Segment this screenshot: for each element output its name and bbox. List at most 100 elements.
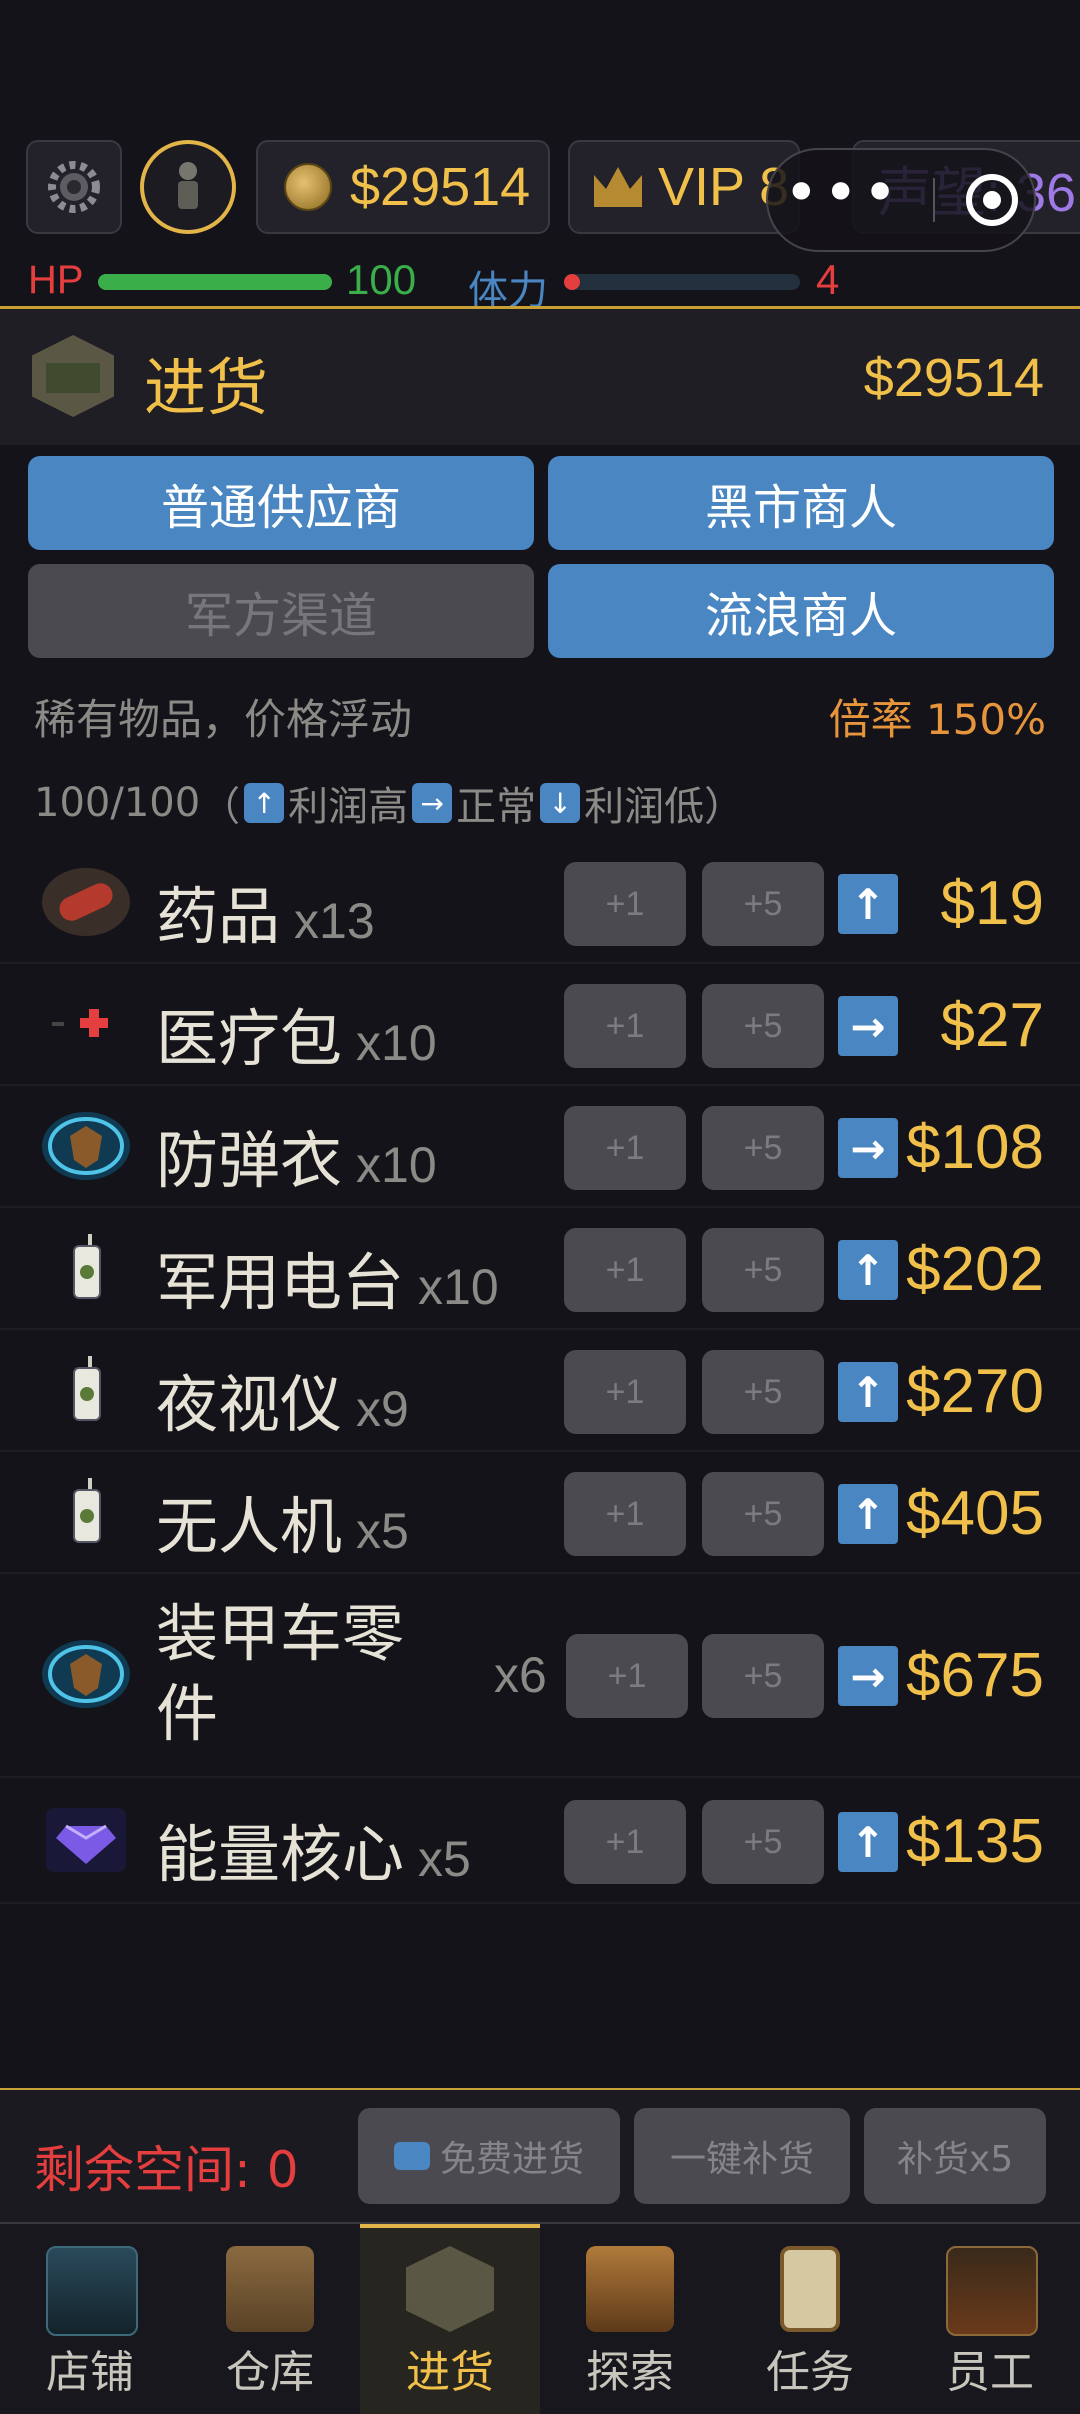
header-money: $29514 — [863, 348, 1044, 408]
pill-icon — [42, 868, 130, 936]
item-qty: x13 — [294, 893, 375, 949]
arrow-up-icon: ↑ — [838, 874, 898, 934]
item-qty: x10 — [418, 1259, 499, 1315]
warehouse-crate-icon — [226, 2246, 314, 2332]
nav-item-warehouse[interactable]: 仓库 — [180, 2224, 360, 2414]
tv-icon — [393, 2142, 430, 2170]
gem-icon — [46, 1808, 126, 1872]
nav-label: 任务 — [766, 2347, 854, 2398]
add-1-button[interactable]: +1 — [564, 1228, 686, 1312]
stamina-bar-fill — [564, 274, 580, 290]
item-qty: x5 — [356, 1503, 409, 1559]
hp-bar — [98, 274, 332, 290]
player-stats: HP 100 体力 4 — [28, 256, 1068, 313]
arrow-right-icon: → — [838, 1118, 898, 1178]
nav-item-shop[interactable]: 店铺 — [0, 2224, 180, 2414]
restock-footer: 剩余空间: 0 免费进货 一键补货 补货x5 — [0, 2090, 1080, 2222]
item-name: 医疗包 x10 — [156, 988, 437, 1078]
capacity-count: 100/100 — [34, 780, 201, 826]
nav-label: 店铺 — [46, 2347, 134, 2398]
list-item: 军用电台 x10 +1 +5 ↑ $202 — [0, 1208, 1080, 1330]
add-1-button[interactable]: +1 — [564, 1106, 686, 1190]
nav-label: 进货 — [406, 2347, 494, 2398]
item-price: $675 — [906, 1641, 1044, 1710]
radio-icon — [73, 1478, 101, 1543]
legend-close: ） — [704, 784, 745, 830]
tab-normal-supplier[interactable]: 普通供应商 — [28, 456, 534, 550]
remaining-space: 剩余空间: 0 — [34, 2141, 299, 2199]
add-5-button[interactable]: +5 — [702, 1472, 824, 1556]
item-name-text: 夜视仪 — [156, 1368, 343, 1441]
nav-label: 员工 — [946, 2347, 1034, 2398]
item-name: 能量核心 x5 — [156, 1804, 471, 1894]
arrow-down-icon: ↓ — [540, 783, 581, 823]
tab-black-market[interactable]: 黑市商人 — [548, 456, 1054, 550]
nav-item-staff[interactable]: 员工 — [900, 2224, 1080, 2414]
restock-header: 进货 $29514 — [0, 309, 1080, 445]
coin-icon — [284, 163, 332, 211]
add-1-button[interactable]: +1 — [564, 1800, 686, 1884]
tab-military-channel[interactable]: 军方渠道 — [28, 564, 534, 658]
team-icon — [946, 2246, 1038, 2336]
add-5-button[interactable]: +5 — [702, 1106, 824, 1190]
stamina-bar — [564, 274, 800, 290]
add-1-button[interactable]: +1 — [564, 1472, 686, 1556]
item-name: 装甲车零 件 — [156, 1594, 404, 1754]
list-item: 能量核心 x5 +1 +5 ↑ $135 — [0, 1778, 1080, 1904]
add-5-button[interactable]: +5 — [702, 1634, 824, 1718]
nav-item-restock[interactable]: 进货 — [360, 2224, 540, 2414]
vip-display[interactable]: VIP 8 — [568, 140, 800, 234]
arrow-up-icon: ↑ — [244, 783, 285, 823]
free-restock-label: 免费进货 — [439, 2139, 584, 2180]
shop-icon — [46, 2246, 138, 2336]
item-price: $270 — [906, 1357, 1044, 1426]
legend-high: 利润高 — [288, 784, 409, 830]
add-1-button[interactable]: +1 — [566, 1634, 688, 1718]
one-click-restock-button[interactable]: 一键补货 — [634, 2108, 850, 2204]
radio-icon — [73, 1234, 101, 1299]
settings-button[interactable] — [26, 140, 122, 234]
arrow-right-icon: → — [412, 783, 453, 823]
medkit-icon — [52, 1009, 108, 1037]
add-5-button[interactable]: +5 — [702, 1350, 824, 1434]
item-price: $405 — [906, 1479, 1044, 1548]
item-name: 无人机 x5 — [156, 1476, 409, 1566]
avatar-button[interactable] — [140, 140, 236, 234]
price-rate: 倍率 150% — [828, 695, 1046, 744]
item-name-line2: 件 — [156, 1677, 219, 1750]
nav-item-tasks[interactable]: 任务 — [720, 2224, 900, 2414]
legend-normal: 正常 — [456, 784, 537, 830]
gear-icon — [48, 161, 100, 213]
add-1-button[interactable]: +1 — [564, 862, 686, 946]
list-item: 药品 x13 +1 +5 ↑ $19 — [0, 842, 1080, 964]
item-name-text: 无人机 — [156, 1490, 343, 1563]
add-1-button[interactable]: +1 — [564, 1350, 686, 1434]
crown-icon — [594, 167, 642, 207]
add-5-button[interactable]: +5 — [702, 1228, 824, 1312]
item-price: $202 — [906, 1235, 1044, 1304]
radio-icon — [73, 1356, 101, 1421]
add-5-button[interactable]: +5 — [702, 862, 824, 946]
map-icon — [586, 2246, 674, 2332]
item-name-line1: 装甲车零 — [156, 1597, 405, 1670]
item-name: 夜视仪 x9 — [156, 1354, 409, 1444]
item-name-text: 军用电台 — [156, 1246, 405, 1319]
add-5-button[interactable]: +5 — [702, 1800, 824, 1884]
add-1-button[interactable]: +1 — [564, 984, 686, 1068]
armor-badge-icon — [42, 1640, 130, 1708]
nav-item-explore[interactable]: 探索 — [540, 2224, 720, 2414]
free-restock-button[interactable]: 免费进货 — [358, 2108, 620, 2204]
list-item: 防弹衣 x10 +1 +5 → $108 — [0, 1086, 1080, 1208]
capacity-legend: 100/100 （ ↑ 利润高 → 正常 ↓ 利润低 ） — [34, 774, 744, 832]
item-qty: x5 — [418, 1831, 471, 1887]
add-5-button[interactable]: +5 — [702, 984, 824, 1068]
tab-wandering-merchant[interactable]: 流浪商人 — [548, 564, 1054, 658]
close-target-icon[interactable] — [966, 174, 1019, 226]
truck-icon — [406, 2246, 494, 2332]
nav-label: 探索 — [586, 2347, 674, 2398]
item-qty: x10 — [356, 1015, 437, 1071]
restock-x5-button[interactable]: 补货x5 — [864, 2108, 1046, 2204]
item-name-text: 医疗包 — [156, 1002, 343, 1075]
item-name-text: 药品 — [156, 880, 281, 953]
clipboard-icon — [780, 2246, 840, 2332]
